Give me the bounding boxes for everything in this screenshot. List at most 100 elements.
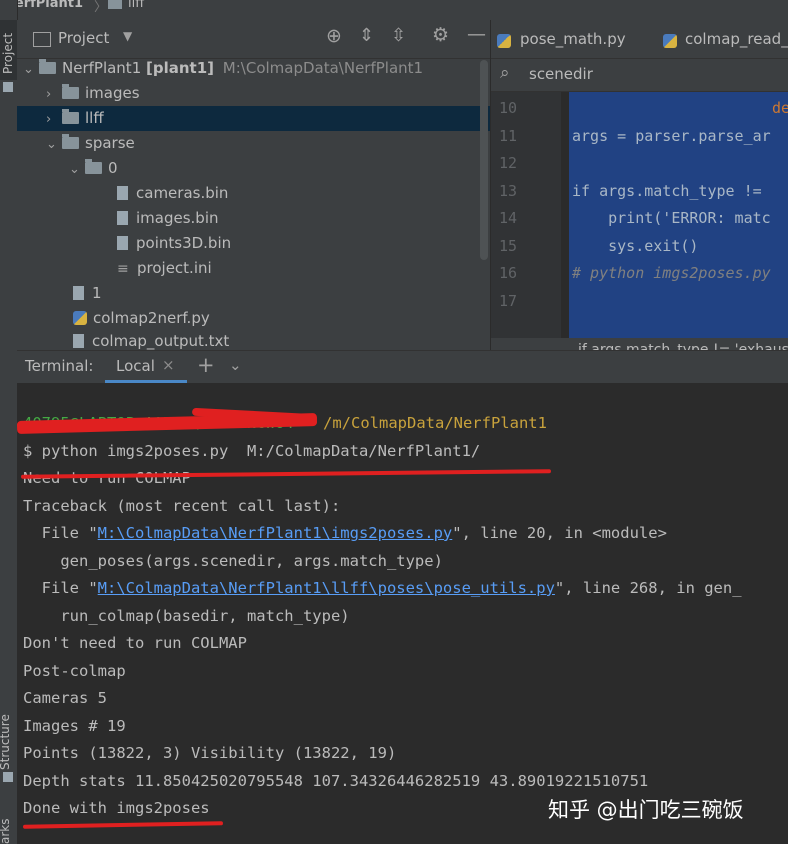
tree-item-0[interactable]: ⌄ 0 bbox=[69, 156, 118, 181]
tab-pose-math[interactable]: pose_math.py bbox=[520, 20, 626, 58]
traceback-prefix: File " bbox=[23, 579, 98, 597]
tree-label: colmap2nerf.py bbox=[93, 309, 210, 327]
project-icon bbox=[3, 82, 13, 92]
code-breadcrumb: if args.match_type != 'exhaus bbox=[491, 338, 788, 350]
terminal-command: $ python imgs2poses.py M:/ColmapData/Ner… bbox=[23, 442, 481, 460]
line-number: 11 bbox=[498, 127, 517, 145]
chevron-down-icon[interactable]: ⌄ bbox=[23, 57, 39, 82]
tab-local[interactable]: Local bbox=[116, 357, 155, 375]
text-file-icon: ≡ bbox=[117, 261, 129, 277]
terminal-line: Don't need to run COLMAP bbox=[23, 634, 247, 652]
tool-window-strip: Project Structure arks bbox=[0, 0, 18, 844]
breadcrumb-folder[interactable]: llff bbox=[128, 0, 144, 11]
tree-item-sparse[interactable]: ⌄ sparse bbox=[46, 131, 135, 156]
tab-colmap-read-model[interactable]: colmap_read_m bbox=[685, 20, 788, 58]
tree-item-colmap-output[interactable]: colmap_output.txt bbox=[73, 329, 229, 350]
folder-icon bbox=[62, 84, 79, 99]
traceback-file-line: File "M:\ColmapData\NerfPlant1\llff\pose… bbox=[23, 579, 742, 597]
traceback-suffix: ", line 20, in <module> bbox=[452, 524, 667, 542]
project-view-label[interactable]: Project bbox=[58, 29, 109, 47]
search-bar: ⌕ scenedir bbox=[491, 59, 788, 92]
chevron-down-icon[interactable]: ⌄ bbox=[229, 356, 242, 374]
unknown-file-icon bbox=[117, 211, 128, 225]
tree-item-1[interactable]: 1 bbox=[73, 281, 102, 306]
terminal-line: gen_poses(args.scenedir, args.match_type… bbox=[23, 552, 443, 570]
terminal-line: run_colmap(basedir, match_type) bbox=[23, 607, 350, 625]
traceback-prefix: File " bbox=[23, 524, 98, 542]
chevron-down-icon[interactable]: ⌄ bbox=[46, 132, 62, 157]
terminal-line: Images # 19 bbox=[23, 717, 126, 735]
tree-item-llff[interactable]: › llff bbox=[17, 106, 490, 131]
search-input[interactable]: scenedir bbox=[529, 65, 593, 83]
folder-icon bbox=[108, 0, 122, 9]
tree-label: points3D.bin bbox=[136, 234, 232, 252]
code-area[interactable]: 10 de 11 args = parser.parse_ar 12 13 if… bbox=[491, 92, 788, 338]
watermark: 知乎 @出门吃三碗饭 bbox=[548, 798, 744, 822]
tree-item-colmap2nerf[interactable]: colmap2nerf.py bbox=[73, 306, 210, 331]
code-line: print('ERROR: matc bbox=[572, 209, 771, 227]
terminal-header: Terminal: Local × + ⌄ bbox=[17, 350, 788, 384]
terminal-output[interactable]: 40795@LAPTOP-AA7S5QKJ MINGW64 /m/ColmapD… bbox=[16, 383, 788, 844]
tree-label: sparse bbox=[85, 134, 135, 152]
project-scrollbar[interactable] bbox=[480, 60, 488, 260]
tree-item-cameras-bin[interactable]: cameras.bin bbox=[117, 181, 228, 206]
text-file-icon bbox=[73, 334, 84, 348]
editor-panel: pose_math.py colmap_read_m ⌕ scenedir 10… bbox=[491, 20, 788, 350]
chevron-down-icon[interactable]: ▼ bbox=[123, 29, 132, 43]
tree-item-images[interactable]: › images bbox=[46, 81, 140, 106]
tree-item-images-bin[interactable]: images.bin bbox=[117, 206, 219, 231]
tree-label: colmap_output.txt bbox=[92, 332, 230, 350]
terminal-title: Terminal: bbox=[25, 357, 94, 375]
line-number: 10 bbox=[498, 99, 517, 117]
close-icon[interactable]: × bbox=[162, 356, 175, 374]
file-link[interactable]: M:\ColmapData\NerfPlant1\llff\poses\pose… bbox=[98, 579, 555, 597]
gear-icon[interactable]: ⚙ bbox=[432, 24, 449, 46]
tree-item-project-ini[interactable]: ≡ project.ini bbox=[117, 256, 212, 281]
underline-annotation bbox=[22, 821, 224, 829]
folder-icon bbox=[62, 134, 79, 149]
tree-label: 1 bbox=[92, 284, 102, 302]
terminal-line: Cameras 5 bbox=[23, 689, 107, 707]
tree-label: images bbox=[85, 84, 140, 102]
structure-icon bbox=[3, 772, 13, 782]
expand-all-icon[interactable]: ⇕ bbox=[359, 25, 374, 46]
hide-panel-icon[interactable]: — bbox=[467, 23, 486, 45]
search-icon: ⌕ bbox=[500, 63, 510, 83]
bookmarks-tool-button[interactable]: arks bbox=[0, 819, 12, 844]
structure-tool-button[interactable]: Structure bbox=[0, 714, 12, 770]
traceback-suffix: ", line 268, in gen_ bbox=[554, 579, 742, 597]
tree-label: cameras.bin bbox=[136, 184, 229, 202]
module-name: [plant1] bbox=[146, 59, 215, 77]
project-panel-header: Project ▼ ⊕ ⇕ ⇳ ⚙ — bbox=[17, 20, 490, 59]
python-file-icon bbox=[73, 311, 87, 325]
tree-label: images.bin bbox=[136, 209, 219, 227]
project-tool-button[interactable]: Project bbox=[0, 20, 17, 80]
line-number: 13 bbox=[498, 182, 517, 200]
chevron-right-icon[interactable]: › bbox=[46, 107, 62, 132]
terminal-line: Done with imgs2poses bbox=[23, 799, 210, 817]
project-path: M:\ColmapData\NerfPlant1 bbox=[222, 59, 424, 77]
chevron-down-icon[interactable]: ⌄ bbox=[69, 157, 85, 182]
folder-icon bbox=[85, 159, 102, 174]
chevron-right-icon[interactable]: › bbox=[46, 82, 62, 107]
terminal-line: Traceback (most recent call last): bbox=[23, 497, 341, 515]
code-line: sys.exit() bbox=[572, 237, 699, 255]
add-terminal-icon[interactable]: + bbox=[197, 353, 215, 377]
editor-tabs: pose_math.py colmap_read_m bbox=[491, 20, 788, 59]
package-folder-icon bbox=[62, 109, 79, 124]
file-link[interactable]: M:\ColmapData\NerfPlant1\imgs2poses.py bbox=[98, 524, 453, 542]
line-number: 15 bbox=[498, 237, 517, 255]
tree-item-points3d-bin[interactable]: points3D.bin bbox=[117, 231, 231, 256]
terminal-line: Post-colmap bbox=[23, 662, 126, 680]
traceback-file-line: File "M:\ColmapData\NerfPlant1\imgs2pose… bbox=[23, 524, 667, 542]
folder-icon bbox=[39, 59, 56, 74]
python-file-icon bbox=[497, 31, 517, 50]
collapse-all-icon[interactable]: ⇳ bbox=[391, 25, 406, 46]
code-breadcrumb-text[interactable]: if args.match_type != 'exhaus bbox=[578, 342, 788, 350]
tree-item-root[interactable]: ⌄ NerfPlant1 [plant1] M:\ColmapData\NerfP… bbox=[23, 56, 423, 81]
tree-label: 0 bbox=[108, 159, 118, 177]
line-number: 16 bbox=[498, 264, 517, 282]
file-icon bbox=[73, 286, 84, 300]
locate-icon[interactable]: ⊕ bbox=[326, 25, 342, 47]
code-line: if args.match_type != bbox=[572, 182, 771, 200]
